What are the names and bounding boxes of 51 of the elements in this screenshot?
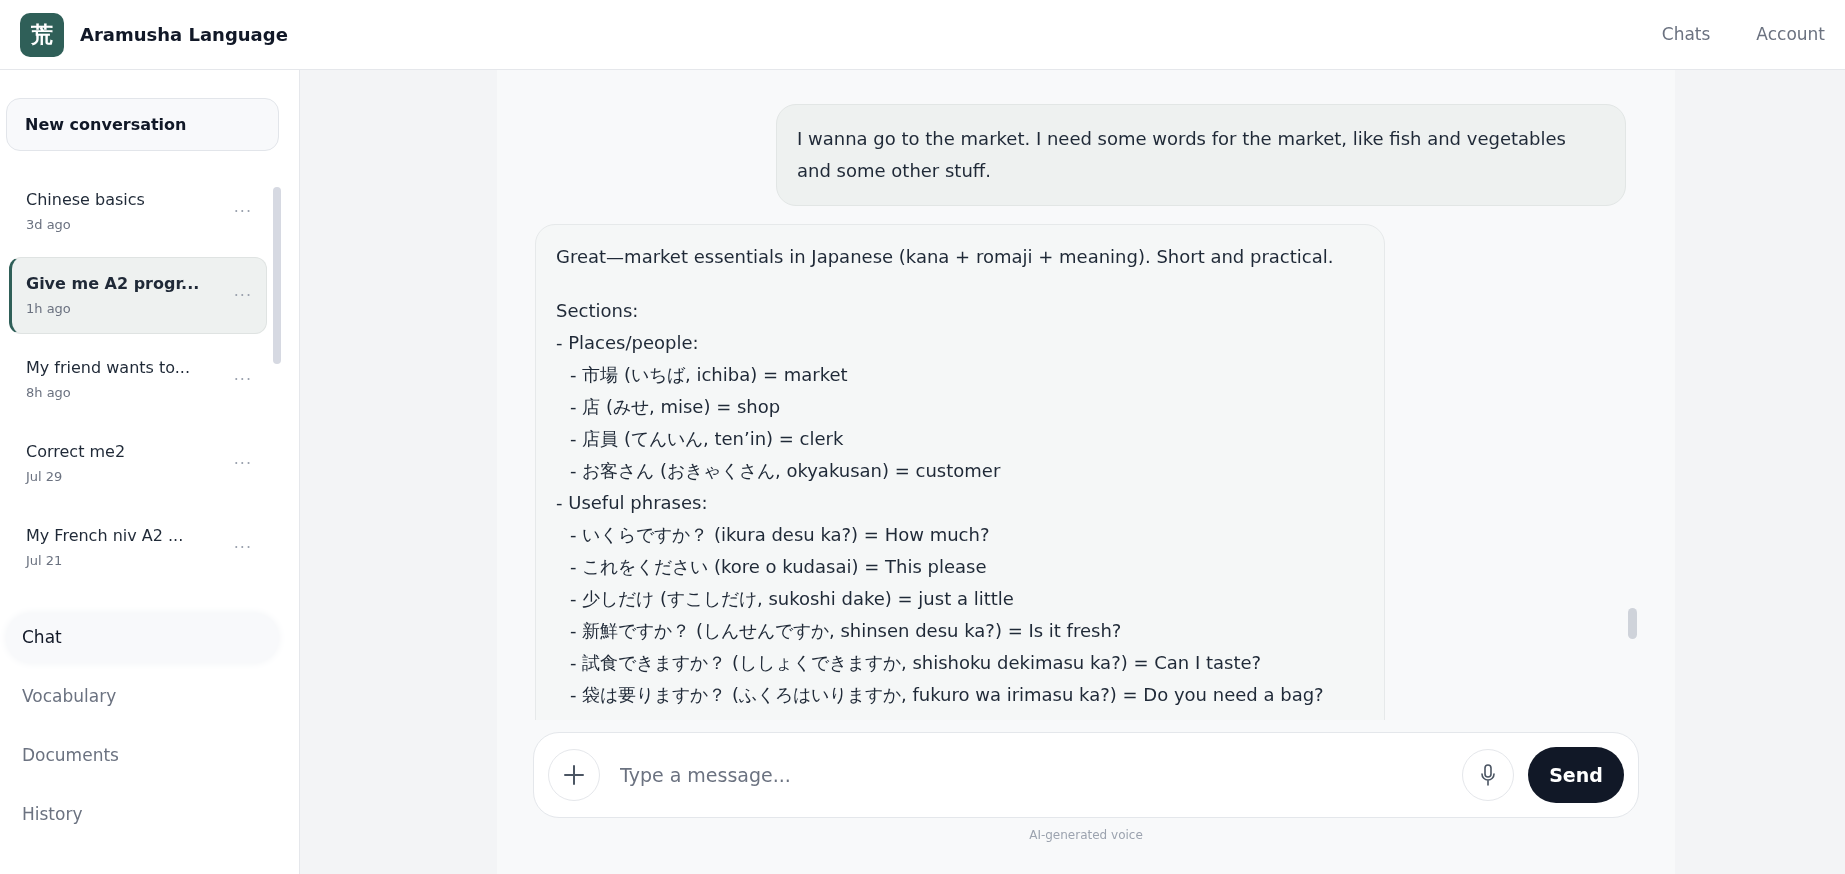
message-line: - 新鮮ですか？ (しんせんですか, shinsen desu ka?) = Is it fresh? (570, 619, 1123, 643)
message-line: - お客さん (おきゃくさん, okyakusan) = customer (570, 459, 1002, 483)
conversation-time: Jul 29 (26, 468, 64, 487)
message-line: - 試食できますか？ (ししょくできますか, shishoku dekimasu ka?) = Can I taste? (570, 651, 1263, 675)
scrollbar-thumb[interactable] (1628, 608, 1637, 639)
conversation-item[interactable]: My French niv A2 ... Jul 21 ··· (9, 509, 267, 583)
conversation-item[interactable]: Correct me2 Jul 29 ··· (9, 425, 267, 502)
message-line: - これをください (kore o kudasai) = This please (570, 555, 988, 579)
conversation-time: 8h ago (26, 384, 72, 403)
message-line: Sections: (556, 299, 640, 323)
plus-icon (563, 764, 585, 786)
new-conversation-button[interactable]: New conversation (6, 98, 279, 151)
conversation-time: 3d ago (26, 216, 72, 235)
message-input[interactable]: Type a message... Send (533, 732, 1639, 818)
message-line: - Places/people: (556, 331, 700, 355)
conversation-title: Chinese basics (26, 189, 146, 212)
nav-link[interactable]: Account (1756, 21, 1825, 48)
send-button[interactable]: Send (1528, 747, 1624, 803)
more-button[interactable]: ··· (233, 199, 252, 224)
user-message: I wanna go to the market. I need some words for the market, like fish and vegetables and some other stuff. (776, 104, 1626, 206)
message-line: - 市場 (いちば, ichiba) = market (570, 363, 849, 387)
message-line: - Useful phrases: (556, 491, 709, 515)
add-button[interactable] (548, 749, 600, 801)
more-button[interactable]: ··· (233, 451, 252, 476)
sidebar-nav-item[interactable]: History (6, 790, 279, 840)
sidebar-nav-item[interactable]: Vocabulary (6, 672, 279, 722)
sidebar-nav-item[interactable]: Documents (6, 731, 279, 781)
message-line: - 袋は要りますか？ (ふくろはいりますか, fukuro wa irimasu ka?) = Do you need a bag? (570, 683, 1325, 707)
conversation-item[interactable]: Chinese basics 3d ago ··· (9, 173, 267, 250)
conversation-title: My French niv A2 ... (26, 525, 185, 548)
microphone-button[interactable] (1462, 749, 1514, 801)
app-logo: 荒 (20, 12, 64, 57)
message-line: - 少しだけ (すこしだけ, sukoshi dake) = just a little (570, 587, 1015, 611)
conversation-time: Jul 21 (26, 552, 64, 571)
sidebar-nav-item[interactable]: Chat (6, 613, 279, 663)
app-title: Aramusha Language (80, 23, 288, 47)
message-line: Great—market essentials in Japanese (kana + romaji + meaning). Short and practical. (556, 245, 1335, 269)
conversation-title: Correct me2 (26, 441, 127, 464)
message-line: - 店員 (てんいん, ten’in) = clerk (570, 427, 845, 451)
more-button[interactable]: ··· (233, 535, 252, 560)
microphone-icon (1480, 763, 1496, 787)
conversation-item[interactable]: My friend wants to... 8h ago ··· (9, 341, 267, 418)
conversation-time: 1h ago (26, 300, 72, 319)
conversation-title: My friend wants to... (26, 357, 191, 380)
voice-note: AI-generated voice (1028, 827, 1144, 844)
message-line: - 店 (みせ, mise) = shop (570, 395, 782, 419)
conversation-title: Give me A2 progr... (26, 273, 201, 296)
conversation-item[interactable]: Give me A2 progr... 1h ago ··· (9, 257, 267, 334)
message-line: - いくらですか？ (ikura desu ka?) = How much? (570, 523, 991, 547)
nav-link[interactable]: Chats (1661, 21, 1711, 48)
more-button[interactable]: ··· (233, 367, 252, 392)
